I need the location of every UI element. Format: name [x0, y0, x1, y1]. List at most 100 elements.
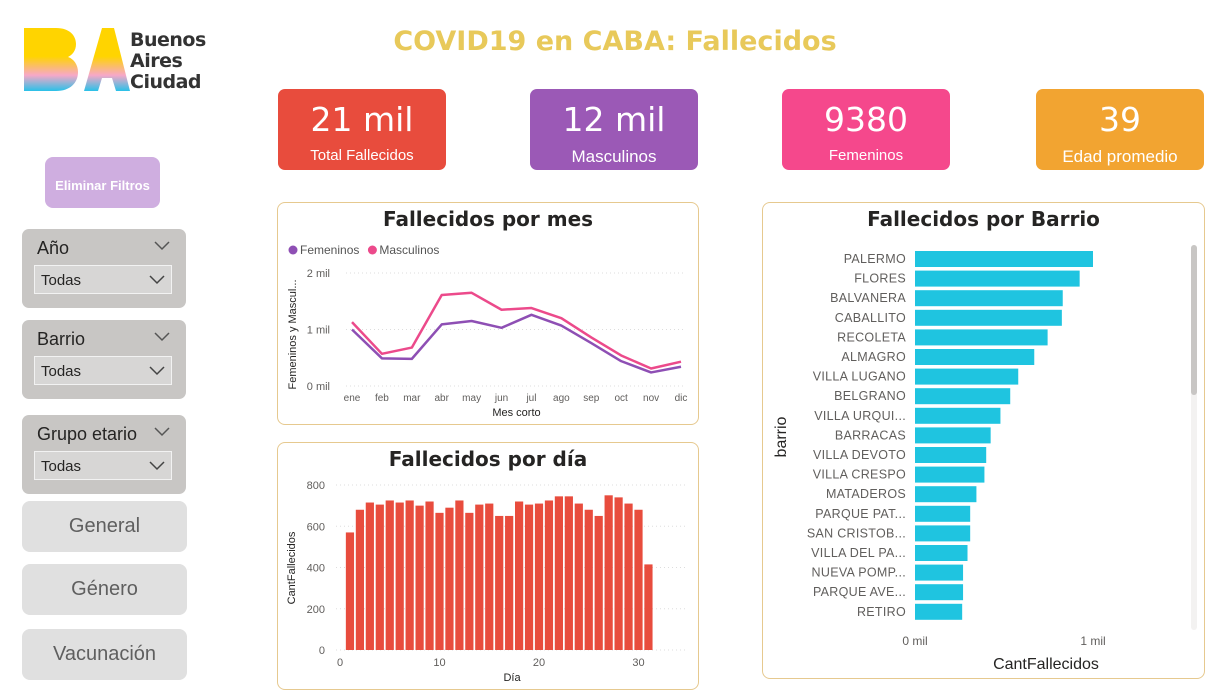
bar-barrio: [915, 564, 964, 581]
slicer-value: Todas: [41, 272, 82, 289]
barrio-bar-chart-svg: PALERMO FLORES BALVANERA CABALLITO RECOLETA A…: [773, 245, 1197, 673]
y-axis-title: barrio: [773, 416, 790, 457]
bar-day: [345, 532, 355, 650]
x-axis-title: Día: [503, 672, 521, 684]
kpi-label: Masculinos: [571, 147, 657, 166]
chevron-down-icon[interactable]: [154, 427, 170, 437]
kpi-edad-promedio[interactable]: 39 Edad promedio: [1036, 89, 1204, 170]
slicer-anio[interactable]: Año Todas: [22, 229, 186, 308]
bar-day: [584, 509, 593, 650]
bar-barrio: [915, 584, 964, 601]
chart-fallecidos-por-barrio[interactable]: Fallecidos por Barrio PALERMO FLORES BALVA…: [762, 202, 1205, 679]
line-chart-svg: Femeninos Masculinos 0 mil 1 mil 2 mil ene feb…: [287, 243, 687, 419]
x-tick-label: ene: [344, 393, 361, 404]
bar-day: [495, 515, 504, 650]
x-tick-label: 10: [433, 657, 445, 669]
y-axis-title: Femeninos y Mascul...: [287, 279, 299, 389]
bar-day: [445, 507, 454, 650]
y-category-label: RECOLETA: [837, 330, 906, 344]
bar-barrio: [915, 309, 1062, 326]
y-category-label: VILLA DEVOTO: [813, 448, 906, 462]
bar-day: [574, 503, 583, 650]
kpi-value: 12 mil: [562, 100, 666, 139]
ba-logo-icon: [24, 28, 130, 91]
bar-barrio: [915, 329, 1048, 346]
x-tick-label: nov: [643, 393, 659, 404]
x-tick-label: 0 mil: [902, 634, 927, 648]
x-tick-label: sep: [583, 393, 600, 404]
x-axis-title: CantFallecidos: [993, 656, 1099, 673]
slicer-grupo-etario[interactable]: Grupo etario Todas: [22, 415, 186, 494]
chevron-down-icon[interactable]: [154, 241, 170, 251]
y-category-label: NUEVA POMP...: [812, 566, 906, 580]
bar-barrio: [915, 447, 987, 463]
bar-day: [634, 509, 643, 650]
y-category-label: PALERMO: [844, 252, 906, 266]
scrollbar-thumb: [1191, 245, 1197, 395]
bar-day: [554, 496, 563, 650]
kpi-value: 9380: [824, 100, 908, 139]
x-tick-label: 20: [533, 657, 545, 669]
y-category-label: FLORES: [854, 272, 906, 286]
slicer-value: Todas: [41, 363, 82, 380]
clear-filters-button[interactable]: Eliminar Filtros: [45, 157, 160, 208]
legend-label-masculinos: Masculinos: [379, 243, 439, 257]
bar-day: [544, 500, 554, 650]
chevron-down-icon: [149, 366, 165, 376]
kpi-label: Edad promedio: [1062, 147, 1178, 166]
nav-vacunacion-button[interactable]: Vacunación: [22, 629, 187, 680]
y-tick-label: 0: [319, 645, 325, 657]
bar-barrio: [915, 251, 1093, 267]
nav-general-button[interactable]: General: [22, 501, 187, 552]
y-tick-label: 0 mil: [307, 381, 330, 393]
slicer-dropdown[interactable]: Todas: [34, 451, 172, 480]
y-category-label: VILLA LUGANO: [813, 370, 906, 384]
logo-line-2: Aires: [130, 50, 183, 72]
bar-day: [534, 503, 544, 650]
bar-day: [524, 504, 534, 650]
slicer-dropdown[interactable]: Todas: [34, 265, 172, 294]
series-line-femeninos: [351, 313, 682, 374]
y-category-label: BALVANERA: [830, 291, 906, 305]
y-category-label: CABALLITO: [835, 311, 906, 325]
y-tick-label: 800: [307, 480, 325, 492]
bar-day: [644, 564, 653, 650]
series-line-masculinos: [351, 291, 682, 370]
y-category-label: PARQUE AVE...: [813, 585, 906, 599]
slicer-label: Año: [37, 238, 70, 258]
chart-fallecidos-por-dia[interactable]: Fallecidos por día 0 200 400 600 800 0 10 20 30 D…: [277, 442, 699, 690]
nav-genero-button[interactable]: Género: [22, 564, 187, 615]
kpi-label: Femeninos: [828, 147, 904, 164]
kpi-femeninos[interactable]: 9380 Femeninos: [782, 89, 950, 170]
kpi-total-fallecidos[interactable]: 21 mil Total Fallecidos: [278, 89, 446, 170]
chevron-down-icon[interactable]: [154, 332, 170, 342]
y-category-label: VILLA CRESPO: [813, 468, 906, 482]
bar-barrio: [915, 290, 1063, 307]
bar-day: [515, 501, 524, 650]
chart-fallecidos-por-mes[interactable]: Fallecidos por mes Femeninos Masculinos 0 …: [277, 202, 699, 425]
dashboard-page: Buenos Aires Ciudad COVID19 en CABA: Fal…: [0, 0, 1232, 693]
logo-line-1: Buenos: [130, 29, 206, 51]
bar-day: [355, 509, 364, 650]
x-tick-label: 1 mil: [1080, 634, 1105, 648]
x-tick-label: oct: [615, 393, 629, 404]
bar-day: [435, 512, 444, 650]
chevron-down-icon: [149, 461, 165, 471]
x-tick-label: ago: [553, 393, 570, 404]
slicer-label: Barrio: [37, 329, 86, 349]
slicer-barrio[interactable]: Barrio Todas: [22, 320, 186, 399]
kpi-masculinos[interactable]: 12 mil Masculinos: [530, 89, 698, 170]
bar-barrio: [915, 407, 1001, 424]
y-category-label: MATADEROS: [826, 487, 906, 501]
bar-day: [415, 505, 424, 650]
bar-day: [485, 503, 494, 650]
slicer-label: Grupo etario: [37, 424, 138, 444]
bar-day: [455, 500, 464, 650]
bar-day: [365, 502, 374, 650]
y-category-label: PARQUE PAT...: [815, 507, 906, 521]
x-tick-label: abr: [435, 393, 450, 404]
bar-barrio: [915, 349, 1035, 365]
bar-barrio: [915, 466, 985, 483]
y-tick-label: 2 mil: [307, 268, 330, 280]
slicer-dropdown[interactable]: Todas: [34, 356, 172, 385]
